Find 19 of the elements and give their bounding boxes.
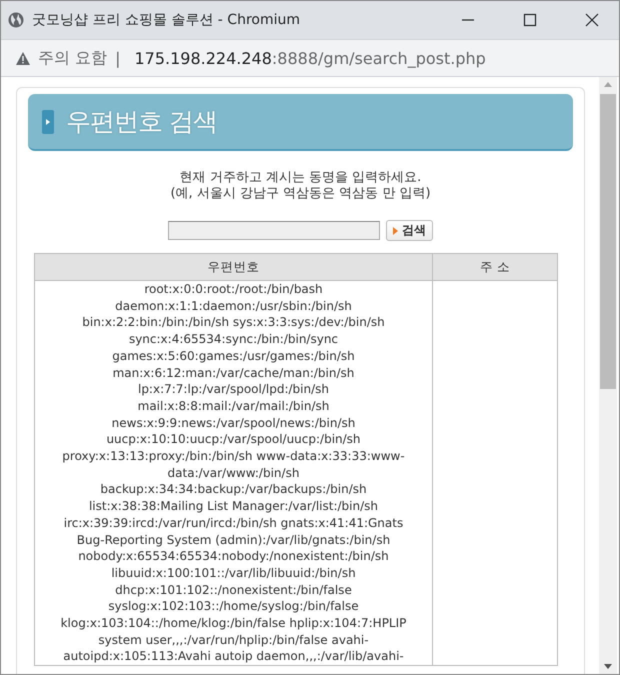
url-text[interactable]: 175.198.224.248:8888/gm/search_post.php (134, 48, 486, 68)
heading-title: 우편번호 검색 (66, 106, 217, 138)
instruction-text: (예, 서울시 강남구 역삼동은 역삼동 만 입력) (169, 186, 432, 202)
caret-icon (393, 226, 398, 234)
scrollbar[interactable] (599, 77, 617, 674)
table-cell-text: root:x:0:0:root:/root:/bin/bash daemon:x:1:1:daemon:/usr/sbin:/bin/sh bin:x:2:2:bin:/bin:/bin/sh sys:x:3:3:sys:/dev:/bin/sh sync:x:4:65534:sync:/bin:/bin/sync games:x:5:60:games:/usr/games:/bin/sh man:x:6:12:man:/var/cache/man:/bin/sh lp:x:7:7:lp:/var/spool/lpd:/bin/sh mail:x:8:8:mail:/var/mail:/bin/sh news:x:9:9:news:/var/spool/news:/bin/sh uucp:x:10:10:uucp:/var/spool/uucp:/bin/sh proxy:x:13:13:proxy:/bin:/bin/sh www-data:x:33:33:www- data:/var/www:/bin/sh backup:x:34:34:backup:/var/backups:/bin/sh list:x:38:38:Mailing List Manager:/var/list:/bin/sh irc:x:39:39:ircd:/var/run/ircd:/bin/sh gnats:x:41:41:Gnats Bug-Reporting System (admin):/var/lib/gnats:/bin/sh nobody:x:65534:65534:nobody:/nonexistent:/bin/sh libuuid:x:100:101::/var/lib/libuuid:/bin/sh dhcp:x:101:102::/nonexistent:/bin/false syslog:x:102:103::/home/syslog:/bin/false klog:x:103:104::/home/klog:/bin/false hplip:x:104:7:HPLIP system user,,,:/var/run/hplip:/bin/false avahi- autoipd:x:105:113:Avahi autoip daemon,,,:/var/lib/avahi- (60, 281, 408, 666)
column-header: 우편번호 (34, 254, 432, 280)
security-label[interactable]: 주의 요함 (38, 48, 108, 68)
globe-icon (8, 12, 24, 28)
close-icon (585, 13, 599, 27)
column-header: 주 소 (432, 254, 558, 280)
window-title: 굿모닝샵 프리 쇼핑몰 솔루션 - Chromium (32, 11, 302, 29)
warning-icon (16, 52, 30, 64)
search-button[interactable]: 검색 (386, 220, 433, 241)
instruction-text: 현재 거주하고 계시는 동명을 입력하세요. (178, 170, 422, 186)
maximize-icon (523, 13, 537, 27)
search-field[interactable] (168, 221, 380, 240)
separator-text: | (115, 48, 120, 68)
minimize-icon (462, 19, 474, 21)
